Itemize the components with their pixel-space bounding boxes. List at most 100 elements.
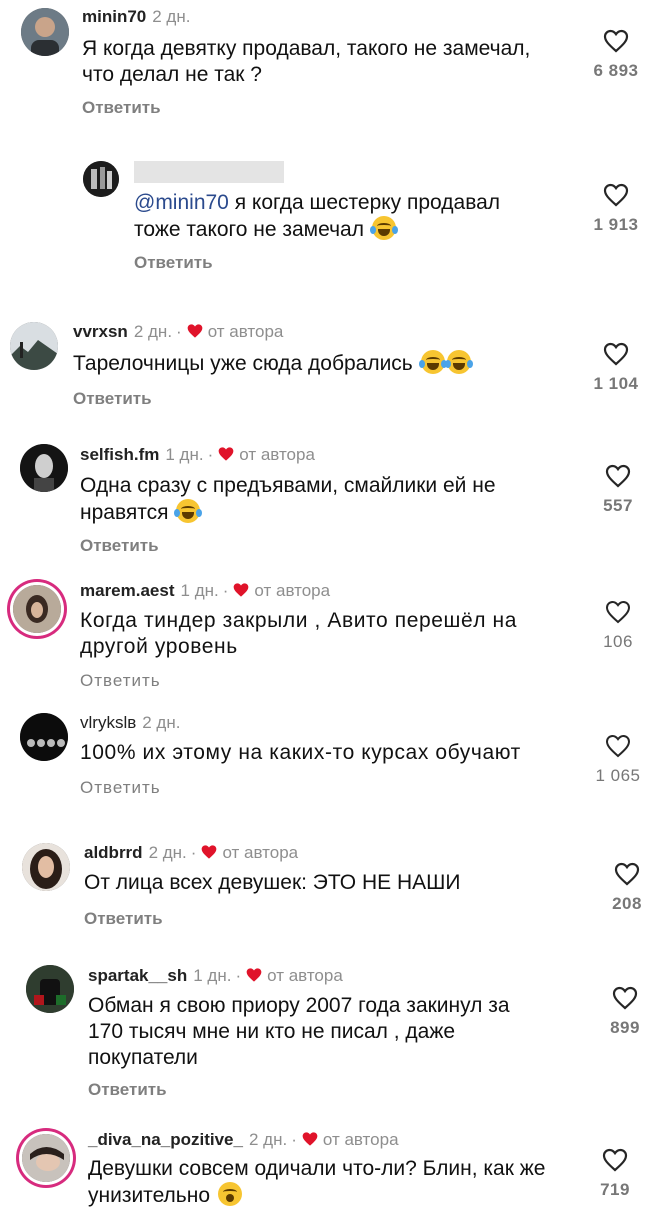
- reply-button[interactable]: Ответить: [84, 909, 163, 929]
- avatar[interactable]: [20, 444, 68, 492]
- comment-line: нравятся: [80, 499, 560, 526]
- comment-line: 100% их этому на каких-то курсах обучают: [80, 741, 521, 764]
- author-like-label: от автора: [239, 445, 315, 464]
- like-count: 557: [603, 496, 633, 515]
- like-button[interactable]: 899: [595, 986, 655, 1038]
- comment-text: Тарелочницы уже сюда добрались: [73, 350, 553, 377]
- comment-line: Тарелочницы уже сюда добрались: [73, 350, 553, 377]
- comment-date: 1 дн.: [165, 445, 204, 464]
- heart-outline-icon: [605, 734, 631, 758]
- author-like-label: от автора: [207, 322, 284, 341]
- heart-outline-icon: [612, 986, 638, 1010]
- comment-meta: marem.aest 1 дн. · от автора: [80, 581, 331, 600]
- heart-filled-icon: [202, 845, 217, 859]
- username[interactable]: minin70: [82, 7, 146, 26]
- like-count: 6 893: [593, 61, 639, 80]
- comment-line: Когда тиндер закрыли , Авито перешёл на: [80, 609, 518, 632]
- heart-filled-icon: [187, 324, 203, 338]
- redacted-username: [134, 161, 284, 183]
- comment-meta: minin70 2 дн.: [82, 7, 190, 27]
- reply-button[interactable]: Ответить: [82, 98, 161, 118]
- like-count: 1 065: [595, 766, 641, 785]
- username[interactable]: vvrxsn: [73, 322, 128, 341]
- comment-text: Когда тиндер закрыли , Авито перешёл на …: [80, 608, 560, 660]
- avatar[interactable]: [22, 1134, 70, 1182]
- avatar[interactable]: [21, 8, 69, 56]
- comment-date: 2 дн.: [152, 7, 191, 26]
- reply-button[interactable]: Ответить: [88, 1080, 167, 1100]
- comment-date: 2 дн.: [148, 843, 187, 862]
- laughing-emoji: [418, 350, 447, 374]
- comment-date: 2 дн.: [142, 713, 181, 732]
- username[interactable]: spartak__sh: [88, 966, 187, 985]
- avatar[interactable]: [83, 161, 119, 197]
- author-like-label: от автора: [322, 1130, 399, 1149]
- like-count: 1 104: [593, 374, 639, 393]
- heart-outline-icon: [603, 342, 629, 366]
- reply-button[interactable]: Ответить: [80, 778, 161, 798]
- username[interactable]: aldbrrd: [84, 843, 143, 862]
- like-count: 719: [600, 1180, 630, 1199]
- heart-outline-icon: [605, 464, 631, 488]
- comment-date: 2 дн.: [248, 1130, 288, 1149]
- like-button[interactable]: 1 104: [586, 342, 646, 394]
- heart-outline-icon: [602, 1148, 628, 1172]
- comment-meta: vvrxsn 2 дн. · от автора: [73, 322, 284, 341]
- like-button[interactable]: 719: [585, 1148, 645, 1200]
- like-button[interactable]: 1 913: [586, 183, 646, 235]
- mention-link[interactable]: @minin70: [134, 191, 229, 214]
- like-button[interactable]: 208: [597, 862, 657, 914]
- heart-outline-icon: [603, 183, 629, 207]
- avatar[interactable]: [20, 713, 68, 761]
- heart-outline-icon: [614, 862, 640, 886]
- avatar[interactable]: [13, 585, 61, 633]
- screaming-emoji: [217, 1182, 242, 1206]
- username[interactable]: selfish.fm: [80, 445, 159, 464]
- like-count: 208: [612, 894, 642, 913]
- comment-line: @minin70 я когда шестерку продавал: [134, 191, 501, 214]
- heart-outline-icon: [603, 29, 629, 53]
- heart-outline-icon: [605, 600, 631, 624]
- comment-text: Обман я свою приору 2007 года закинул за…: [88, 993, 568, 1071]
- comment-text: Одна сразу с предъявами, смайлики ей не …: [80, 473, 560, 526]
- reply-button[interactable]: Ответить: [80, 536, 159, 556]
- comment-text: Я когда девятку продавал, такого не заме…: [82, 36, 562, 88]
- laughing-emoji: [174, 499, 203, 523]
- reply-button[interactable]: Ответить: [134, 253, 213, 273]
- comment-text: От лица всех девушек: ЭТО НЕ НАШИ: [84, 870, 564, 896]
- like-button[interactable]: 557: [588, 464, 648, 516]
- username[interactable]: vlrykslв: [80, 713, 136, 732]
- avatar[interactable]: [10, 322, 58, 370]
- comment-date: 1 дн.: [180, 581, 219, 600]
- comment-text: @minin70 я когда шестерку продавал тоже …: [134, 190, 614, 243]
- avatar[interactable]: [26, 965, 74, 1013]
- reply-button[interactable]: Ответить: [80, 671, 161, 691]
- like-button[interactable]: 6 893: [586, 29, 646, 81]
- like-count: 899: [610, 1018, 640, 1037]
- author-like-label: от автора: [254, 581, 331, 600]
- comment-line: унизительно: [88, 1182, 568, 1209]
- author-like-label: от автора: [222, 843, 299, 862]
- comment-line: покупатели: [88, 1046, 198, 1069]
- comment-meta: selfish.fm 1 дн. · от автора: [80, 445, 315, 464]
- like-count: 1 913: [593, 215, 639, 234]
- comment-line: От лица всех девушек: ЭТО НЕ НАШИ: [84, 871, 461, 894]
- username[interactable]: marem.aest: [80, 581, 175, 600]
- comment-line: 170 тысяч мне ни кто не писал , даже: [88, 1020, 456, 1043]
- heart-filled-icon: [302, 1132, 318, 1146]
- comment-line: Девушки совсем одичали что-ли? Блин, как…: [88, 1157, 546, 1180]
- like-button[interactable]: 1 065: [588, 734, 648, 786]
- comment-text: Девушки совсем одичали что-ли? Блин, как…: [88, 1156, 568, 1209]
- heart-filled-icon: [218, 447, 234, 461]
- like-button[interactable]: 106: [588, 600, 648, 652]
- comment-text: 100% их этому на каких-то курсах обучают: [80, 740, 560, 766]
- heart-filled-icon: [246, 968, 262, 982]
- comment-line: Одна сразу с предъявами, смайлики ей не: [80, 474, 496, 497]
- comment-meta: spartak__sh 1 дн. · от автора: [88, 966, 343, 985]
- comment-meta: vlrykslв 2 дн.: [80, 713, 180, 733]
- avatar[interactable]: [22, 843, 70, 891]
- comment-line: Обман я свою приору 2007 года закинул за: [88, 994, 510, 1017]
- username[interactable]: _diva_na_pozitive_: [88, 1130, 243, 1149]
- comment-line: Я когда девятку продавал, такого не заме…: [82, 37, 531, 60]
- reply-button[interactable]: Ответить: [73, 389, 152, 409]
